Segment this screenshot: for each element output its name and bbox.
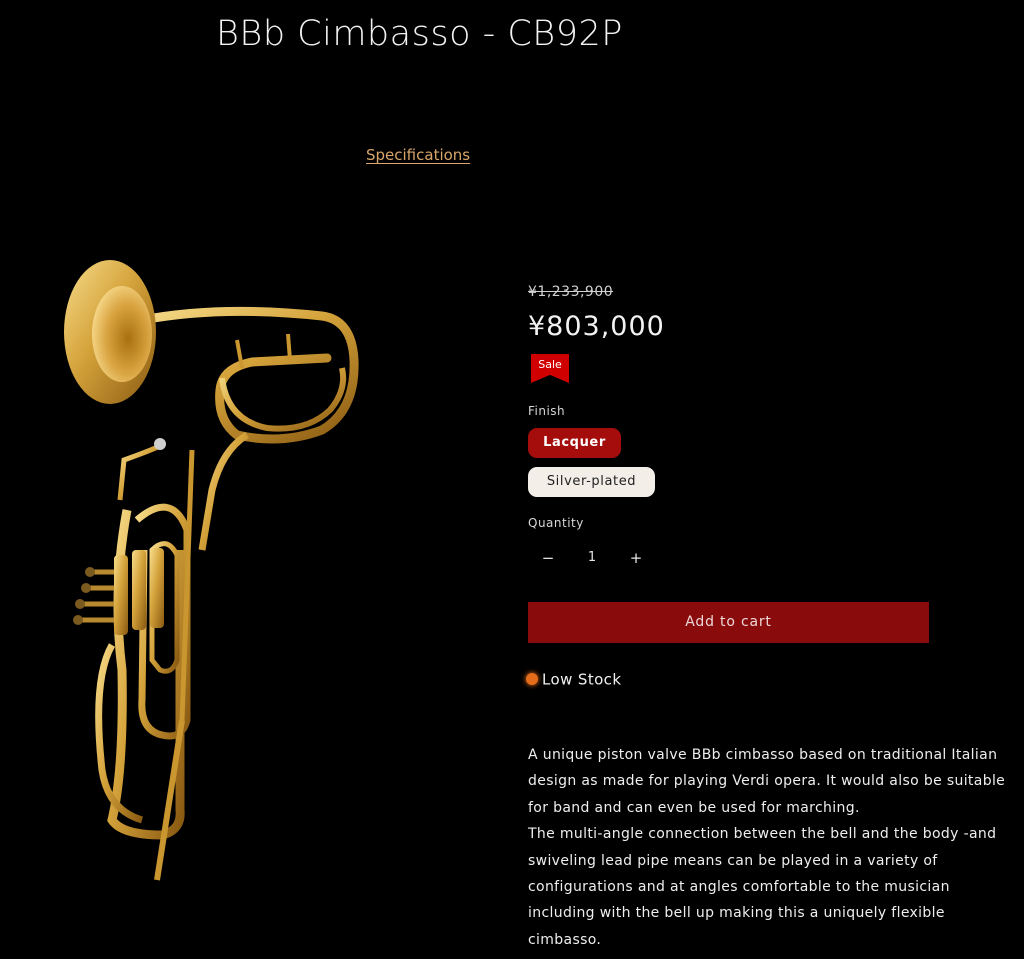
specifications-link[interactable]: Specifications (366, 146, 470, 164)
description-line: swiveling lead pipe means can be played … (528, 852, 938, 869)
description-line: A unique piston valve BBb cimbasso based… (528, 747, 998, 763)
product-description: A unique piston valve BBb cimbasso based… (528, 742, 1024, 953)
sale-price: ¥803,000 (528, 311, 665, 342)
quantity-label: Quantity (528, 516, 584, 530)
compare-at-price: ¥1,233,900 (528, 284, 614, 300)
cimbasso-icon (64, 260, 359, 881)
description-line: configurations and at angles comfortable… (528, 879, 950, 896)
description-line: cimbasso. (528, 931, 602, 948)
add-to-cart-button[interactable]: Add to cart (528, 602, 929, 643)
quantity-decrease-button[interactable]: − (528, 538, 568, 578)
sale-badge: Sale (531, 354, 569, 383)
description-line: The multi-angle connection between the b… (528, 826, 997, 843)
description-line: including with the bell up making this a… (528, 905, 945, 922)
quantity-stepper: − + (528, 538, 658, 578)
finish-label: Finish (528, 404, 566, 418)
quantity-input[interactable] (572, 538, 612, 578)
description-line: for band and can even be used for marchi… (528, 799, 860, 816)
description-line: design as made for playing Verdi opera. … (528, 773, 1006, 790)
low-stock-indicator-icon (526, 672, 538, 685)
product-title: BBb Cimbasso - CB92P (216, 14, 623, 54)
finish-option-silver-plated[interactable]: Silver-plated (528, 467, 655, 497)
quantity-increase-button[interactable]: + (616, 538, 656, 578)
stock-status: Low Stock (526, 669, 621, 689)
product-image (52, 250, 372, 900)
finish-option-lacquer[interactable]: Lacquer (528, 428, 621, 458)
stock-status-label: Low Stock (542, 670, 622, 689)
